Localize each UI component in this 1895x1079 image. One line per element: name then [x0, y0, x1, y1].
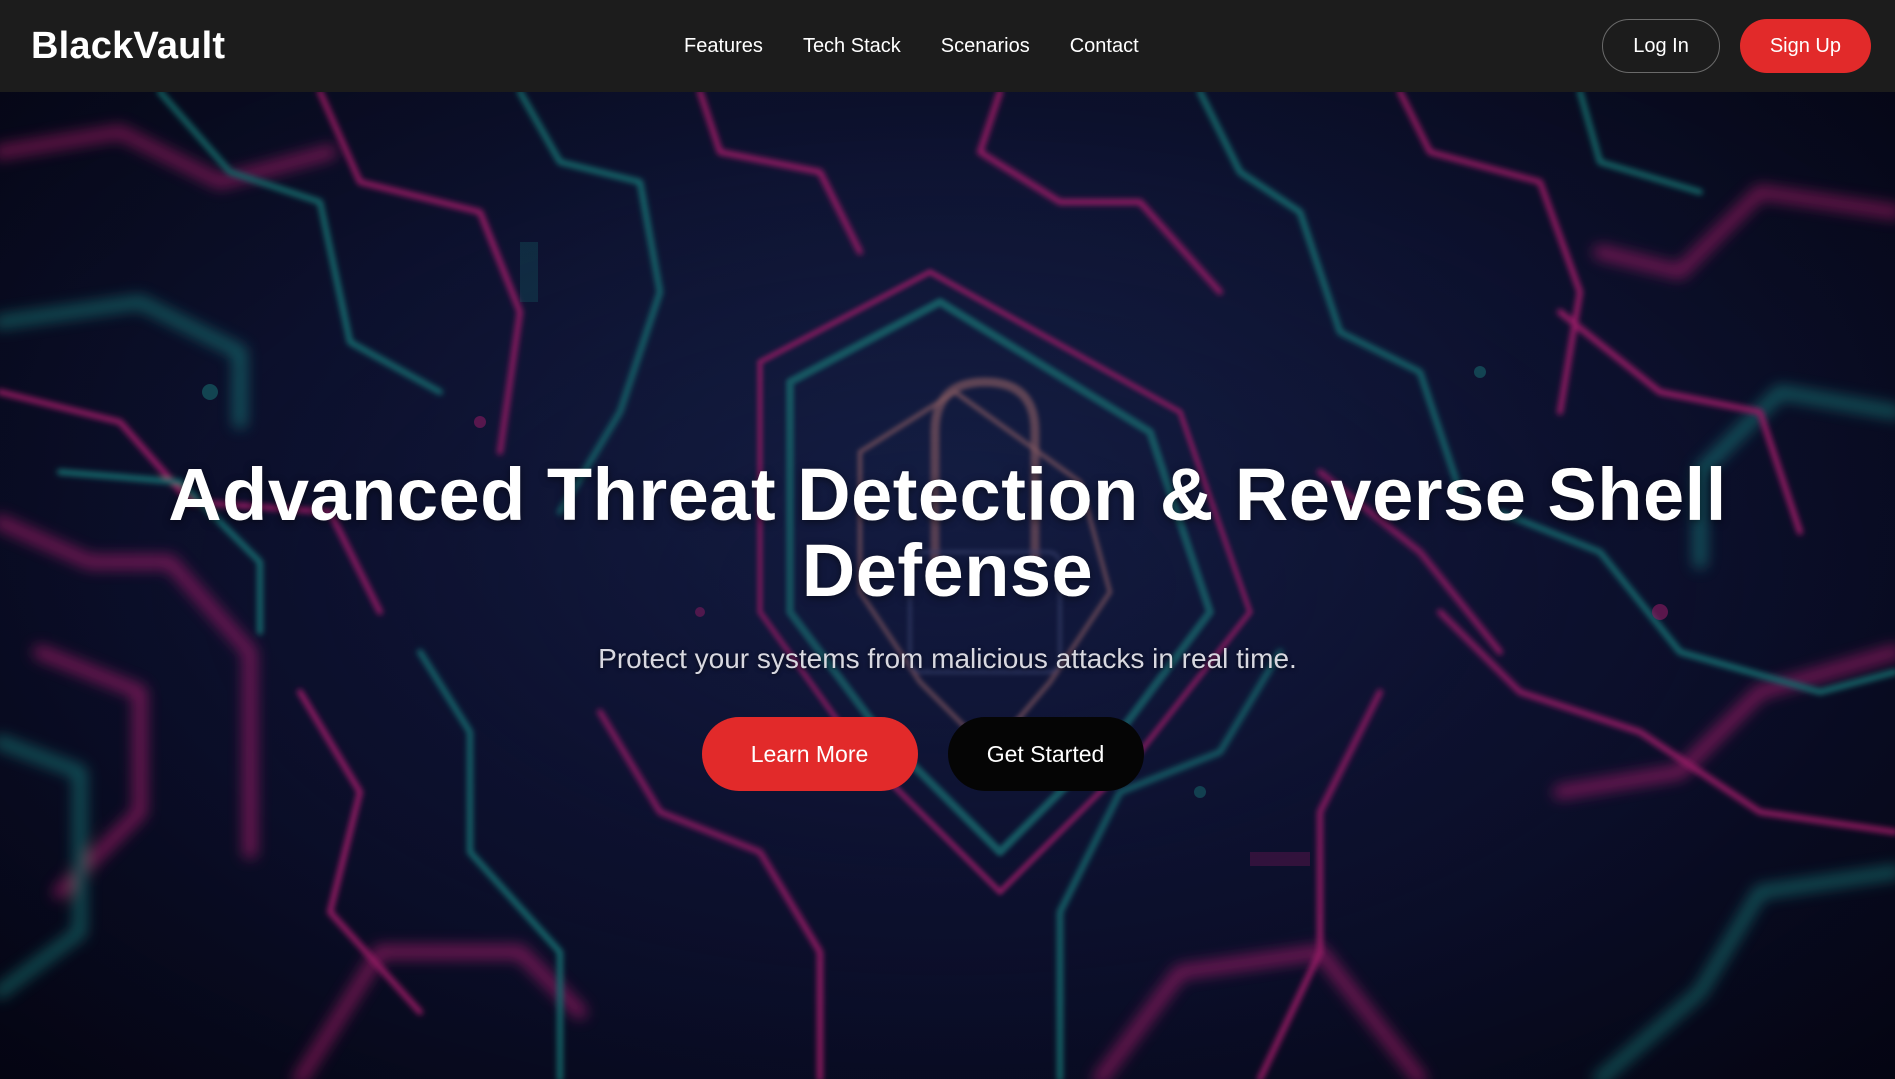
signup-button[interactable]: Sign Up [1739, 19, 1871, 73]
get-started-button[interactable]: Get Started [947, 717, 1144, 791]
hero-buttons: Learn More Get Started [0, 717, 1895, 791]
login-button[interactable]: Log In [1602, 19, 1720, 73]
brand-logo[interactable]: BlackVault [31, 25, 225, 68]
nav-link-scenarios[interactable]: Scenarios [941, 35, 1030, 58]
learn-more-button[interactable]: Learn More [701, 717, 918, 791]
navbar: BlackVault Features Tech Stack Scenarios… [0, 0, 1895, 92]
hero-title: Advanced Threat Detection & Reverse Shel… [168, 453, 1727, 612]
nav-link-tech-stack[interactable]: Tech Stack [803, 35, 901, 58]
main-nav: Features Tech Stack Scenarios Contact [684, 0, 1139, 92]
nav-actions: Log In Sign Up [1602, 0, 1871, 92]
hero-content: Advanced Threat Detection & Reverse Shel… [0, 457, 1895, 791]
hero-subtitle: Protect your systems from malicious atta… [598, 643, 1297, 674]
hero-section: Advanced Threat Detection & Reverse Shel… [0, 92, 1895, 1079]
nav-link-features[interactable]: Features [684, 35, 763, 58]
nav-link-contact[interactable]: Contact [1070, 35, 1139, 58]
